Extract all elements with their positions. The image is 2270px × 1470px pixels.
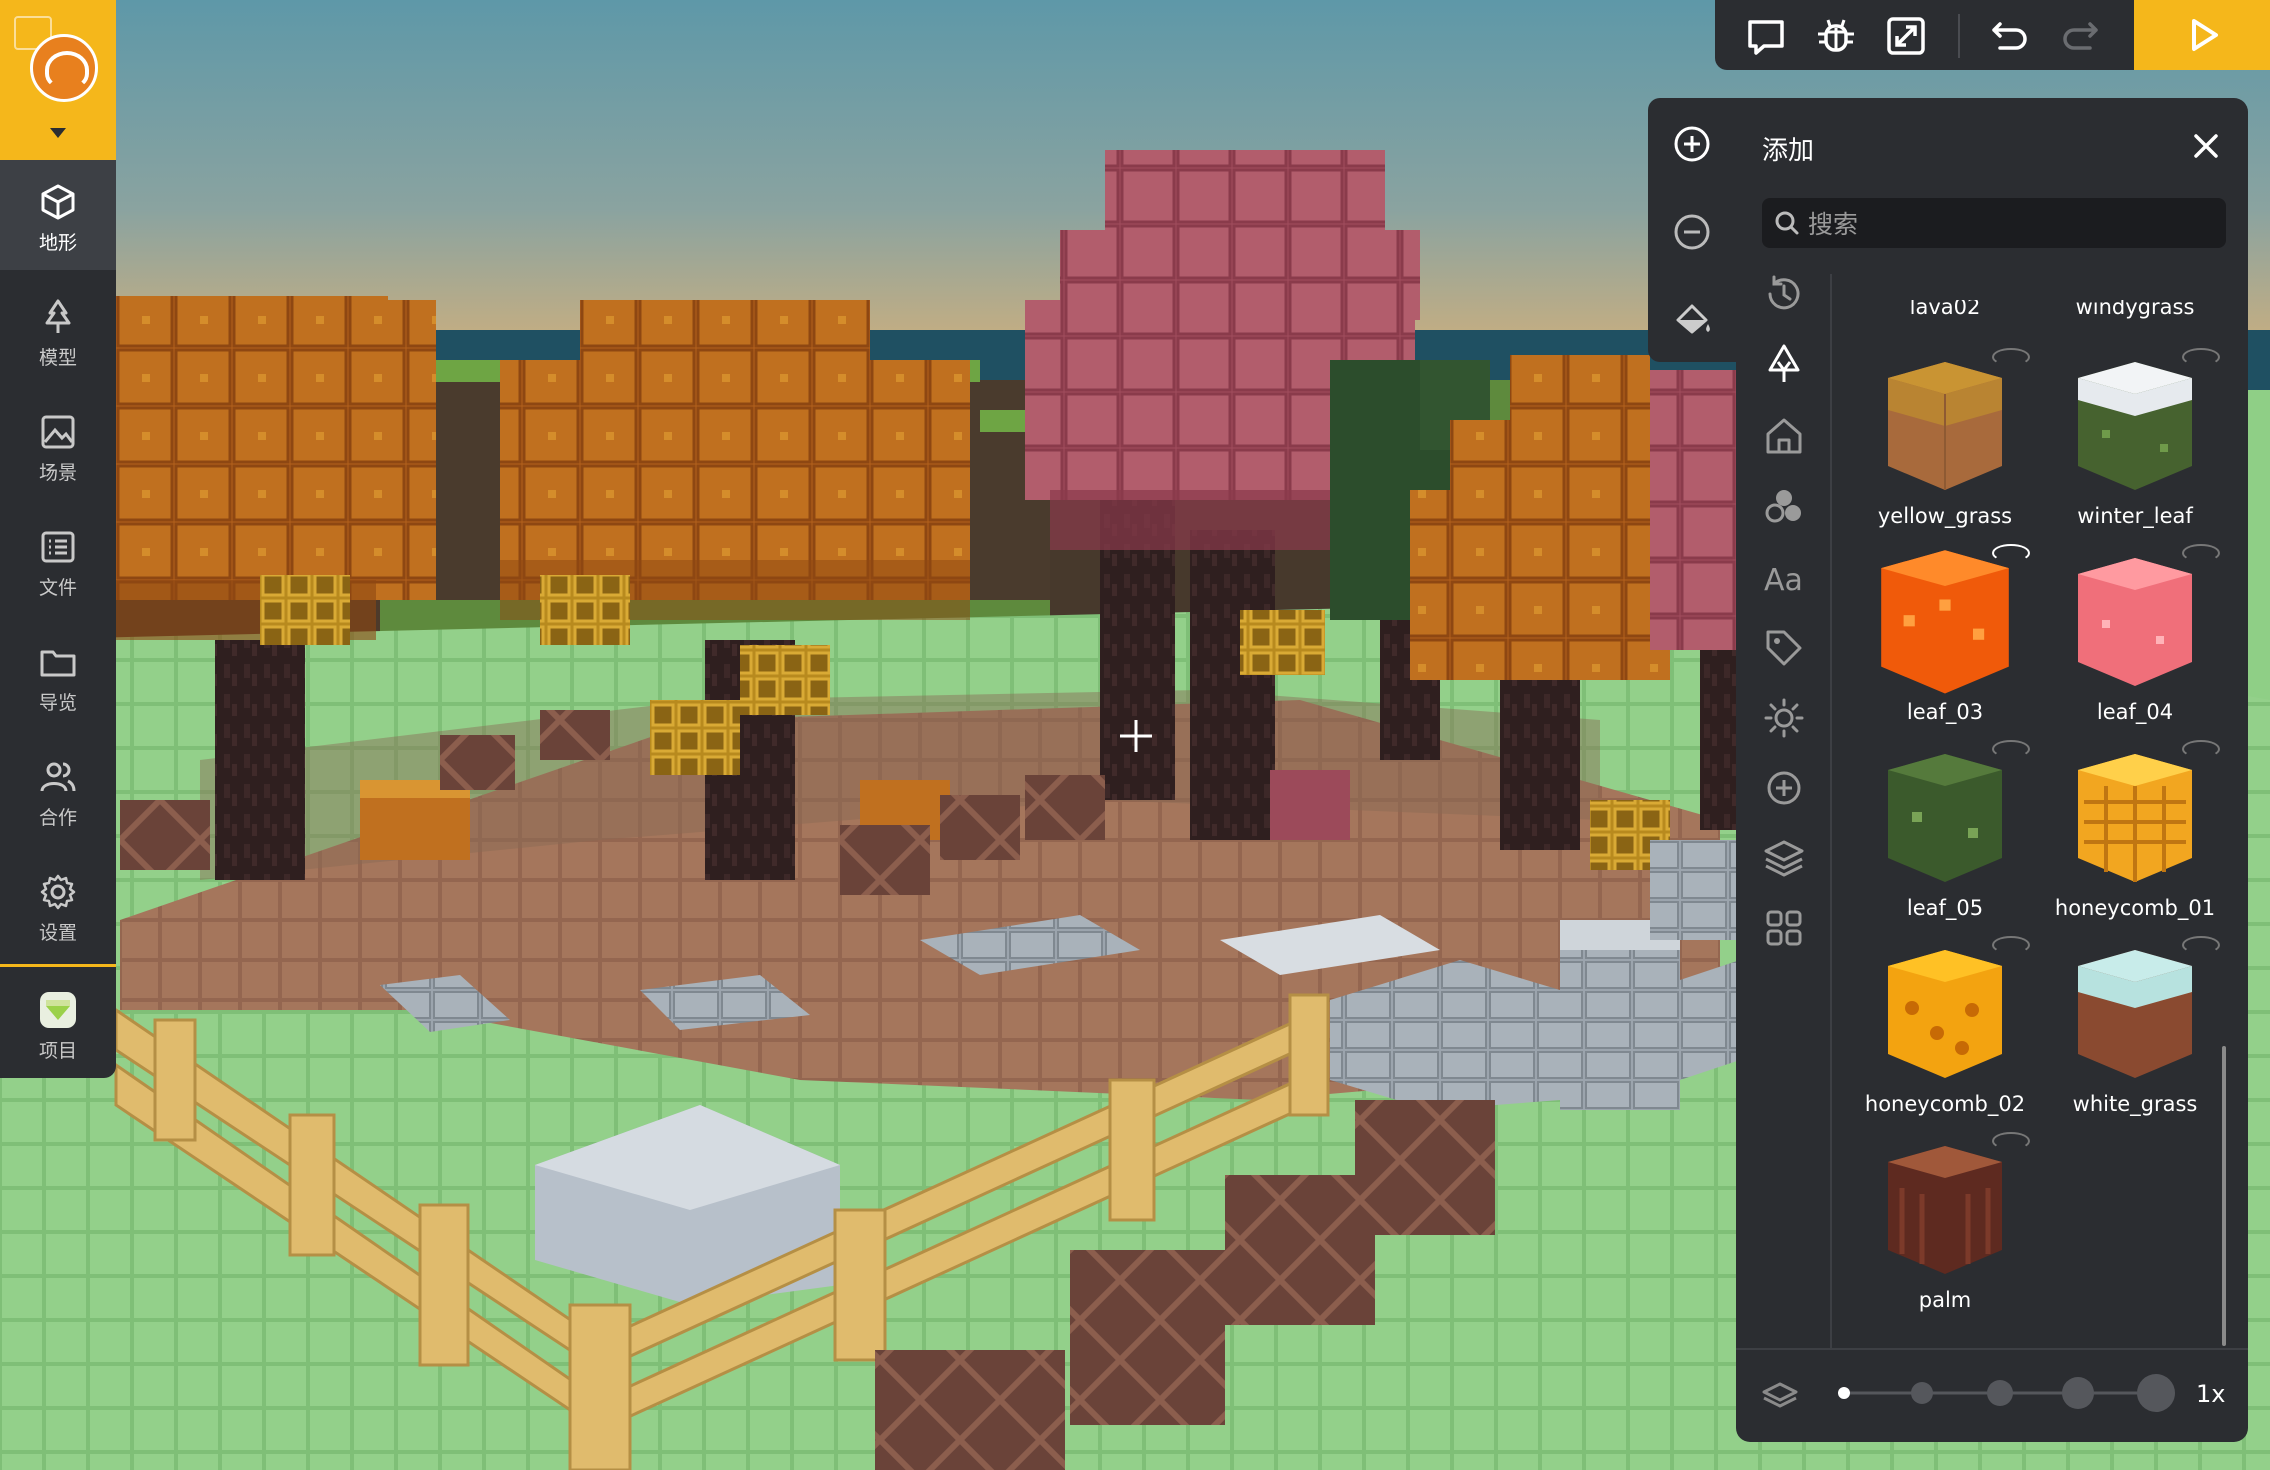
block-item-honeycomb-02[interactable]: honeycomb_02 <box>1850 936 2040 1132</box>
chevron-down-icon <box>50 128 66 138</box>
sidebar-item-settings[interactable]: 设置 <box>0 850 116 960</box>
layer-stack-icon <box>1762 1382 1798 1408</box>
winter-leaf-block-icon <box>2078 362 2192 490</box>
image-icon <box>41 415 75 449</box>
folder-icon <box>40 650 76 677</box>
yellow-grass-block-icon <box>1888 362 2002 490</box>
redo-icon[interactable] <box>2054 10 2106 62</box>
brush-tool-strip <box>1648 98 1736 362</box>
add-category-icon[interactable] <box>1760 764 1808 812</box>
text-aa-icon[interactable]: Aa <box>1760 554 1808 602</box>
sun-light-icon[interactable] <box>1760 694 1808 742</box>
block-item-label: honeycomb_02 <box>1864 1092 2026 1116</box>
comment-icon[interactable] <box>1740 10 1792 62</box>
panel-bottom-divider <box>1736 1348 2248 1350</box>
block-item-yellow-grass[interactable]: yellow_grass <box>1850 348 2040 544</box>
honeycomb-02-block-icon <box>1888 950 2002 1078</box>
grid-apps-icon[interactable] <box>1760 904 1808 952</box>
block-item-label: leaf_05 <box>1906 896 1984 920</box>
left-sidebar: 地形 模型 场景 文件 导览 合作 设置 项目 <box>0 0 116 1078</box>
toolbar-divider <box>1958 14 1960 58</box>
zoom-label: 1x <box>2196 1380 2226 1408</box>
zoom-stop[interactable] <box>1911 1382 1933 1404</box>
material-balls-icon[interactable] <box>1760 482 1808 530</box>
block-item-white-grass[interactable]: white_grass <box>2040 936 2230 1132</box>
block-item-honeycomb-01[interactable]: honeycomb_01 <box>2040 740 2230 936</box>
block-item-label: honeycomb_01 <box>2054 896 2216 920</box>
leaf-05-block-icon <box>1888 754 2002 882</box>
zoom-stop[interactable] <box>1987 1380 2013 1406</box>
users-icon <box>40 762 76 792</box>
zoom-slider[interactable] <box>1820 1368 2180 1418</box>
play-icon <box>2192 19 2218 51</box>
paint-bucket-icon[interactable] <box>1670 298 1714 342</box>
sidebar-item-terrain[interactable]: 地形 <box>0 160 116 270</box>
category-strip: Aa <box>1736 254 1832 1354</box>
list-file-icon <box>41 531 75 563</box>
add-circle-icon[interactable] <box>1670 122 1714 166</box>
sidebar-item-label: 导览 <box>38 692 77 714</box>
sidebar-item-browse[interactable]: 导览 <box>0 620 116 730</box>
home-icon[interactable] <box>1760 412 1808 460</box>
leaf-03-block-icon <box>1881 550 2009 694</box>
sidebar-item-collab[interactable]: 合作 <box>0 735 116 845</box>
sidebar-item-label: 项目 <box>38 1040 77 1062</box>
palm-block-icon <box>1888 1146 2002 1274</box>
block-item-palm[interactable]: palm <box>1850 1132 2040 1328</box>
sidebar-item-model[interactable]: 模型 <box>0 275 116 385</box>
remove-circle-icon[interactable] <box>1670 210 1714 254</box>
sidebar-item-label: 场景 <box>38 462 77 484</box>
search-input[interactable] <box>1806 200 2210 248</box>
undo-icon[interactable] <box>1984 10 2036 62</box>
block-grid: yellow_grass winter_leaf leaf_03 leaf_04… <box>1840 290 2232 1340</box>
search-icon <box>1775 211 1799 235</box>
project-thumbnail-icon <box>40 992 76 1028</box>
white-grass-block-icon <box>2078 950 2192 1078</box>
block-item-leaf-03[interactable]: leaf_03 <box>1850 544 2040 740</box>
block-item-label: yellow_grass <box>1877 504 2013 528</box>
block-item-label: winter_leaf <box>2077 504 2193 528</box>
sidebar-item-scene[interactable]: 场景 <box>0 390 116 500</box>
block-item-label: leaf_03 <box>1906 700 1984 724</box>
block-item-winter-leaf[interactable]: winter_leaf <box>2040 348 2230 544</box>
category-divider <box>1830 274 1832 1350</box>
sidebar-item-label: 合作 <box>38 807 77 829</box>
leaf-04-block-icon <box>2078 558 2192 686</box>
layers-icon[interactable] <box>1760 834 1808 882</box>
close-icon[interactable] <box>2188 128 2224 164</box>
block-item-label: palm <box>1918 1288 1972 1312</box>
sidebar-item-project[interactable]: 项目 <box>0 968 116 1078</box>
sidebar-item-label: 文件 <box>38 577 77 599</box>
block-item-label: white_grass <box>2072 1092 2198 1116</box>
zoom-stop[interactable] <box>1838 1387 1850 1399</box>
svg-text:Aa: Aa <box>1764 563 1803 598</box>
honeycomb-01-block-icon <box>2078 754 2192 882</box>
sidebar-item-label: 设置 <box>38 922 77 944</box>
sidebar-item-label: 模型 <box>38 347 77 369</box>
debug-bug-icon[interactable] <box>1810 10 1862 62</box>
fullscreen-icon[interactable] <box>1880 10 1932 62</box>
block-item-label: leaf_04 <box>2096 700 2174 724</box>
cube-icon <box>41 184 75 220</box>
history-icon[interactable] <box>1760 270 1808 318</box>
nav-divider <box>0 964 116 967</box>
zoom-stop[interactable] <box>2137 1374 2175 1412</box>
sidebar-item-file[interactable]: 文件 <box>0 505 116 615</box>
tree-icon <box>45 299 71 333</box>
app-logo[interactable] <box>0 0 116 160</box>
scrollbar-thumb[interactable] <box>2222 1046 2226 1346</box>
sidebar-item-label: 地形 <box>38 232 77 254</box>
logo-icon <box>30 34 98 102</box>
tag-icon[interactable] <box>1760 624 1808 672</box>
zoom-stop[interactable] <box>2062 1377 2094 1409</box>
tree-category-icon[interactable] <box>1760 340 1808 388</box>
gear-icon <box>40 874 76 910</box>
panel-title: 添加 <box>1762 136 1815 166</box>
play-button[interactable] <box>2134 0 2270 70</box>
block-item-leaf-05[interactable]: leaf_05 <box>1850 740 2040 936</box>
block-item-leaf-04[interactable]: leaf_04 <box>2040 544 2230 740</box>
